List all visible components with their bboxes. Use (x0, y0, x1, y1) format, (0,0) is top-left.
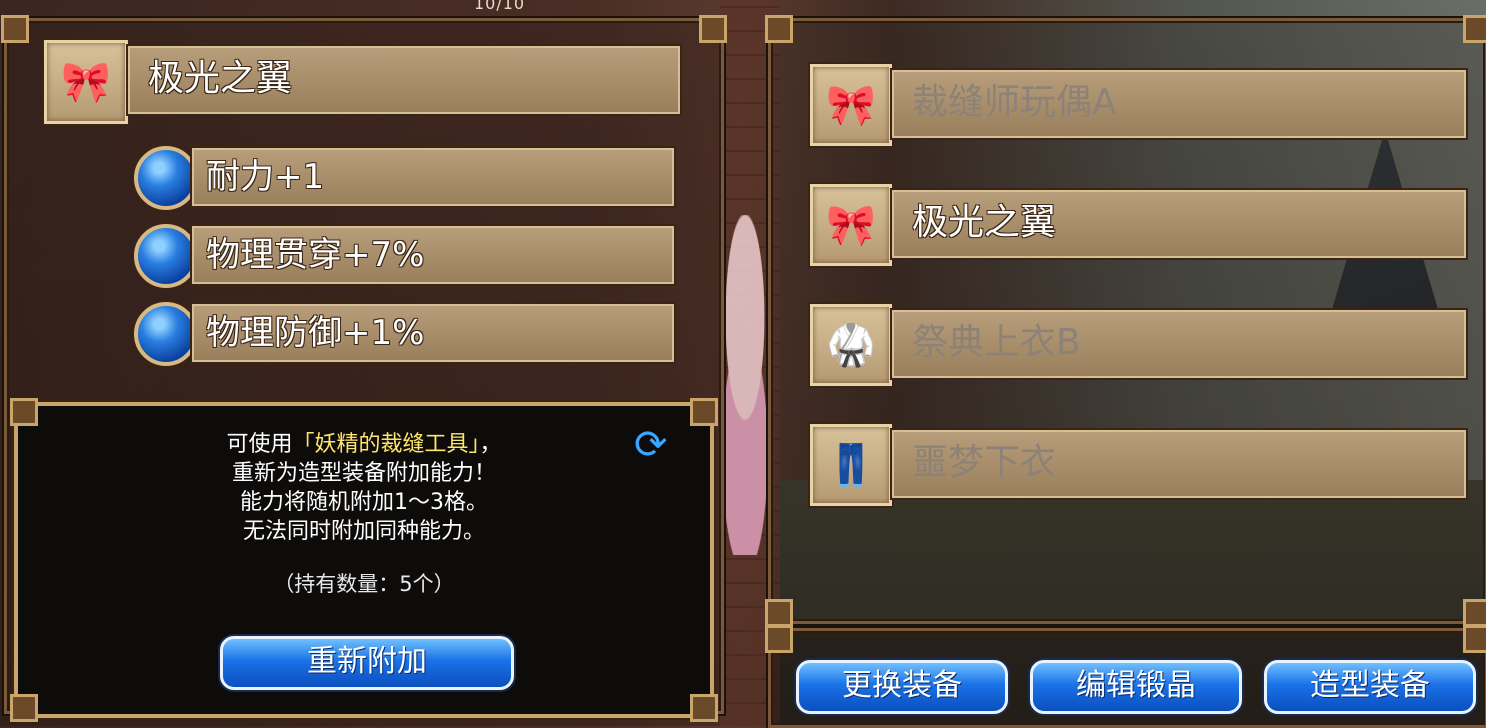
change-equipment-button[interactable]: 更换装备 (796, 660, 1008, 714)
selected-item-name: 极光之翼 (128, 46, 680, 114)
item-slot-festival-top[interactable]: 🥋 (810, 304, 892, 386)
item-name-nightmare-bottom[interactable]: 噩梦下衣 (892, 430, 1466, 498)
corner-ornament (1463, 15, 1486, 43)
corner-ornament (765, 15, 793, 43)
refresh-icon[interactable]: ⟳ (634, 422, 668, 468)
corner-ornament (1, 15, 29, 43)
style-equipment-button[interactable]: 造型装备 (1264, 660, 1476, 714)
desc-line4: 无法同时附加同种能力。 (242, 519, 485, 544)
held-quantity: （持有数量：5个） (273, 572, 455, 596)
desc-line2: 重新为造型装备附加能力！ (231, 461, 496, 486)
desc-line3: 能力将随机附加1～3格。 (240, 490, 488, 515)
description-box: 可使用「妖精的裁缝工具」， 重新为造型装备附加能力！ 能力将随机附加1～3格。 … (10, 398, 718, 722)
teal-armor-bottom-icon: 👖 (826, 442, 876, 489)
stat-row-2: 物理贯穿+7% (192, 226, 674, 284)
corner-ornament (1463, 599, 1486, 627)
desc-line1-suffix: ， (479, 432, 502, 457)
stat-orb-icon (134, 302, 198, 366)
corner-ornament (765, 625, 793, 653)
item-slot-tailor-doll[interactable]: 🎀 (810, 64, 892, 146)
red-ribbon-icon: 🎀 (826, 202, 876, 249)
stat-row-3: 物理防御+1% (192, 304, 674, 362)
item-name-aurora-wings[interactable]: 极光之翼 (892, 190, 1466, 258)
edit-crystal-button[interactable]: 编辑锻晶 (1030, 660, 1242, 714)
corner-ornament (699, 15, 727, 43)
top-counter: 10/10 (474, 0, 526, 13)
corner-ornament (1463, 625, 1486, 653)
stat-row-1: 耐力+1 (192, 148, 674, 206)
selected-item-slot[interactable]: 🎀 (44, 40, 128, 124)
corner-ornament (690, 694, 718, 722)
corner-ornament (690, 398, 718, 426)
teal-armor-top-icon: 🥋 (826, 322, 876, 369)
item-slot-nightmare-bottom[interactable]: 👖 (810, 424, 892, 506)
red-ribbon-icon: 🎀 (61, 59, 111, 106)
reattach-button[interactable]: 重新附加 (220, 636, 514, 690)
corner-ornament (765, 599, 793, 627)
stat-orb-icon (134, 146, 198, 210)
item-name-tailor-doll[interactable]: 裁缝师玩偶A (892, 70, 1466, 138)
corner-ornament (10, 398, 38, 426)
item-name-festival-top[interactable]: 祭典上衣B (892, 310, 1466, 378)
desc-line1-prefix: 可使用 (226, 432, 293, 457)
corner-ornament (10, 694, 38, 722)
red-ribbon-icon: 🎀 (826, 82, 876, 129)
item-slot-aurora-wings[interactable]: 🎀 (810, 184, 892, 266)
desc-highlight-tool: 「妖精的裁缝工具」 (292, 432, 480, 457)
stat-orb-icon (134, 224, 198, 288)
description-text: 可使用「妖精的裁缝工具」， 重新为造型装备附加能力！ 能力将随机附加1～3格。 … (18, 430, 710, 546)
